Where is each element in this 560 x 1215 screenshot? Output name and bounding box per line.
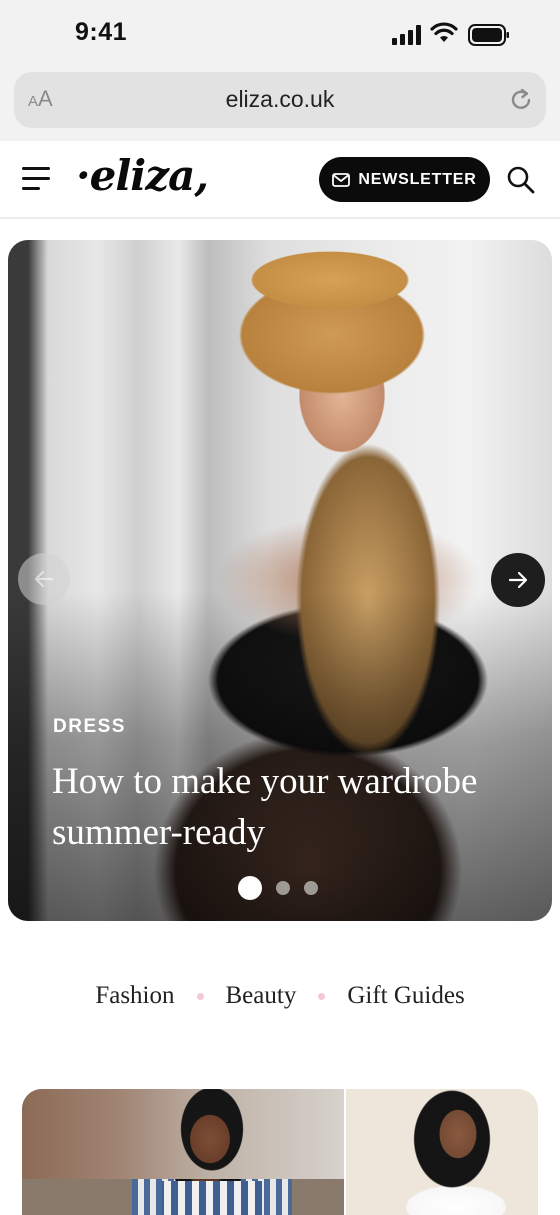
- carousel-dots: [238, 876, 318, 900]
- category-nav: Fashion Beauty Gift Guides: [0, 982, 560, 1010]
- carousel-prev-button[interactable]: [18, 553, 70, 605]
- category-beauty[interactable]: Beauty: [226, 982, 297, 1010]
- url-text[interactable]: eliza.co.uk: [14, 86, 546, 113]
- article-card-image-left[interactable]: [22, 1089, 344, 1215]
- hero-category-label[interactable]: DRESS: [53, 716, 126, 738]
- signal-icon: [392, 25, 421, 45]
- model-photo: [162, 1089, 262, 1215]
- newsletter-button[interactable]: NEWSLETTER: [319, 157, 490, 202]
- model-photo: [386, 1089, 516, 1215]
- wifi-icon: [430, 22, 458, 42]
- address-bar[interactable]: AA eliza.co.uk: [14, 72, 546, 128]
- battery-icon: [468, 24, 509, 46]
- carousel-dot-2[interactable]: [276, 881, 290, 895]
- site-header: ·eliza, NEWSLETTER: [0, 141, 560, 219]
- category-separator: [196, 992, 204, 1000]
- article-card-image-right[interactable]: [346, 1089, 538, 1215]
- category-gift-guides[interactable]: Gift Guides: [347, 982, 464, 1010]
- hero-title[interactable]: How to make your wardrobe summer-ready: [52, 756, 532, 858]
- arrow-left-icon: [34, 570, 54, 588]
- menu-icon[interactable]: [22, 167, 50, 191]
- arrow-right-icon: [508, 571, 528, 589]
- status-bar: 9:41: [0, 0, 560, 68]
- carousel-dot-3[interactable]: [304, 881, 318, 895]
- search-icon[interactable]: [506, 165, 536, 195]
- newsletter-label: NEWSLETTER: [358, 170, 477, 188]
- article-card-row: [22, 1089, 538, 1215]
- category-separator: [318, 992, 326, 1000]
- category-fashion[interactable]: Fashion: [95, 982, 174, 1010]
- browser-bar: AA eliza.co.uk: [0, 68, 560, 141]
- site-logo[interactable]: ·eliza,: [76, 151, 209, 200]
- hero-carousel[interactable]: DRESS How to make your wardrobe summer-r…: [8, 240, 552, 921]
- carousel-next-button[interactable]: [491, 553, 545, 607]
- mail-icon: [332, 172, 351, 187]
- carousel-dot-1[interactable]: [238, 876, 262, 900]
- status-time: 9:41: [75, 18, 128, 46]
- reload-icon[interactable]: [508, 87, 534, 113]
